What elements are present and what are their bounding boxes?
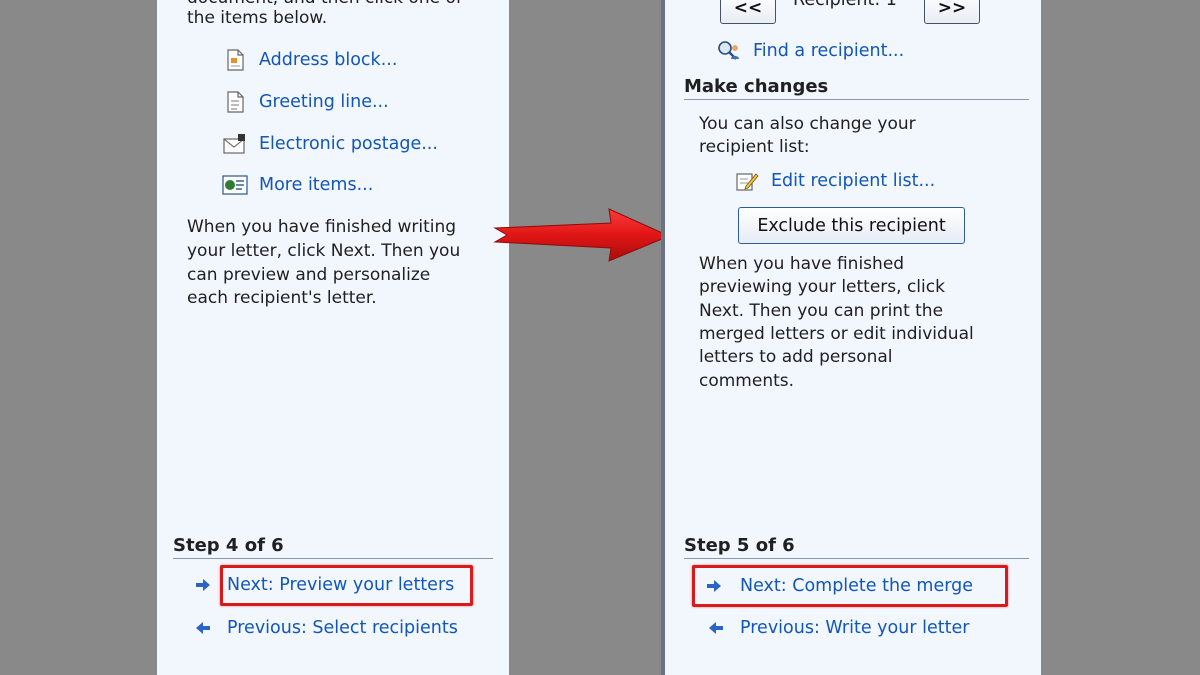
next-complete-merge-link[interactable]: Next: Complete the merge: [706, 576, 973, 596]
greeting-line-icon: [221, 89, 249, 115]
address-block-label: Address block...: [259, 50, 398, 70]
preview-instruction-line-5: letters to add personal: [699, 347, 893, 367]
previous-link-label: Previous: Select recipients: [227, 618, 458, 638]
step-divider: [173, 558, 493, 559]
previous-arrow-icon: [708, 620, 724, 636]
previous-write-letter-link[interactable]: Previous: Write your letter: [708, 618, 969, 638]
exclude-recipient-button[interactable]: Exclude this recipient: [738, 207, 965, 244]
make-changes-heading: Make changes: [684, 76, 829, 97]
find-recipient-icon: [715, 38, 743, 64]
step-divider: [684, 558, 1029, 559]
make-changes-divider: [684, 99, 1029, 100]
next-arrow-icon: [706, 578, 722, 594]
previous-recipient-button[interactable]: <<: [720, 0, 776, 24]
next-recipient-button[interactable]: >>: [924, 0, 980, 24]
preview-instruction-line-6: comments.: [699, 371, 795, 391]
address-block-link[interactable]: Address block...: [221, 47, 397, 73]
more-items-label: More items...: [259, 175, 374, 195]
instruction-line-2: your letter, click Next. Then you: [187, 241, 461, 261]
change-text-line-2: recipient list:: [699, 137, 810, 157]
preview-instruction-line-1: When you have finished: [699, 254, 905, 274]
find-recipient-label: Find a recipient...: [753, 41, 905, 61]
mail-merge-pane-step-4: document, and then click one of the item…: [157, 0, 509, 675]
mail-merge-pane-step-5: << Recipient: 1 >> Find a recipient... M…: [661, 0, 1041, 675]
preview-instruction-line-3: Next. Then you can print the: [699, 301, 944, 321]
more-items-link[interactable]: More items...: [221, 172, 373, 198]
previous-select-recipients-link[interactable]: Previous: Select recipients: [195, 618, 458, 638]
next-link-label: Next: Preview your letters: [227, 575, 455, 595]
electronic-postage-icon: [221, 131, 249, 157]
find-recipient-link[interactable]: Find a recipient...: [715, 38, 904, 64]
instruction-line-1: When you have finished writing: [187, 217, 457, 237]
previous-arrow-icon: [195, 620, 211, 636]
next-arrow-icon: [195, 577, 211, 593]
red-arrow-icon: [493, 208, 671, 262]
next-preview-letters-link[interactable]: Next: Preview your letters: [195, 575, 454, 595]
step-indicator: Step 4 of 6: [173, 535, 284, 556]
change-text-line-1: You can also change your: [699, 114, 916, 134]
edit-recipient-list-link[interactable]: Edit recipient list...: [733, 168, 935, 194]
instruction-line-4: each recipient's letter.: [187, 288, 377, 308]
previous-link-label: Previous: Write your letter: [740, 618, 970, 638]
greeting-line-link[interactable]: Greeting line...: [221, 89, 389, 115]
electronic-postage-link[interactable]: Electronic postage...: [221, 131, 438, 157]
step-indicator: Step 5 of 6: [684, 535, 795, 556]
next-link-label: Next: Complete the merge: [740, 576, 973, 596]
more-items-icon: [221, 172, 249, 198]
electronic-postage-label: Electronic postage...: [259, 134, 438, 154]
edit-list-label: Edit recipient list...: [771, 171, 936, 191]
address-block-icon: [221, 47, 249, 73]
edit-list-icon: [733, 168, 761, 194]
instruction-line-3: can preview and personalize: [187, 265, 431, 285]
greeting-line-label: Greeting line...: [259, 92, 389, 112]
recipient-counter: Recipient: 1: [793, 0, 897, 10]
preview-instruction-line-2: previewing your letters, click: [699, 277, 945, 297]
intro-text-line-2: the items below.: [187, 8, 328, 28]
preview-instruction-line-4: merged letters or edit individual: [699, 324, 974, 344]
